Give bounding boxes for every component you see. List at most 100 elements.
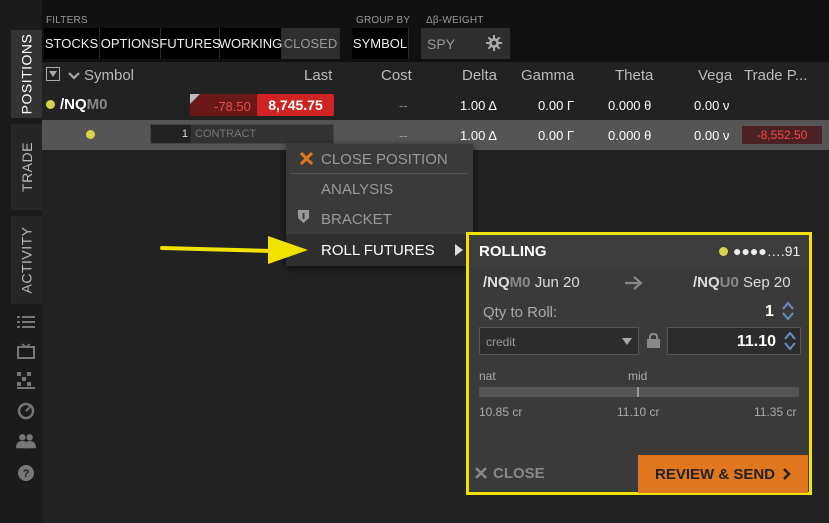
menu-roll-futures[interactable]: ROLL FUTURES: [286, 234, 473, 266]
annotation-arrow-icon: [160, 236, 308, 264]
rolling-panel: ROLLING ●●●●….91 /NQM0 Jun 20 /NQU0 Sep …: [466, 232, 812, 495]
lock-icon[interactable]: [647, 332, 660, 353]
list-icon[interactable]: [16, 314, 36, 332]
left-rail: POSITIONS TRADE ACTIVITY ?: [0, 0, 42, 523]
chevron-right-icon: [783, 468, 791, 480]
close-icon: [475, 467, 487, 479]
rolling-title: ROLLING: [479, 243, 547, 260]
col-last[interactable]: Last: [304, 67, 332, 84]
contract-cost: --: [399, 128, 408, 143]
from-root: /NQ: [483, 274, 510, 291]
group-by-label: GROUP BY: [356, 15, 411, 26]
filters-label: FILTERS: [46, 15, 88, 26]
tv-icon[interactable]: [16, 342, 36, 360]
account-number[interactable]: ●●●●….91: [733, 243, 800, 259]
filter-stocks-button[interactable]: STOCKS: [44, 28, 100, 59]
beta-weight-label: Δβ-WEIGHT: [426, 15, 484, 26]
grid-chart-icon[interactable]: [16, 372, 36, 390]
mid-price: 11.10 cr: [617, 405, 660, 419]
menu-roll-futures-label: ROLL FUTURES: [321, 242, 435, 259]
arrow-right-icon: [625, 276, 643, 295]
to-month: U0: [719, 274, 739, 291]
gear-icon[interactable]: [486, 35, 502, 54]
col-vega[interactable]: Vega: [698, 67, 732, 84]
menu-close-position[interactable]: CLOSE POSITION: [321, 151, 448, 168]
position-gamma: 0.00 Γ: [538, 98, 575, 113]
tab-activity[interactable]: ACTIVITY: [11, 216, 42, 304]
position-delta: 1.00 Δ: [460, 98, 497, 113]
roll-from-contract: /NQM0 Jun 20: [483, 274, 580, 291]
from-month: M0: [509, 274, 531, 291]
from-date: Jun 20: [534, 274, 580, 291]
column-header-row: Symbol Last Cost Delta Gamma Theta Vega …: [42, 62, 829, 90]
context-menu: CLOSE POSITION ANALYSIS BRACKET ROLL FUT…: [286, 144, 473, 266]
col-cost[interactable]: Cost: [381, 67, 412, 84]
tab-trade[interactable]: TRADE: [11, 124, 42, 210]
contract-qty: 1: [151, 125, 191, 143]
price-type-select[interactable]: credit: [479, 327, 639, 355]
menu-divider: [290, 173, 468, 174]
menu-analysis[interactable]: ANALYSIS: [321, 181, 393, 198]
svg-text:?: ?: [23, 468, 30, 480]
beta-weight-value: SPY: [427, 35, 456, 52]
rolling-header: ROLLING ●●●●….91: [469, 235, 809, 267]
filter-closed-button[interactable]: CLOSED: [282, 28, 340, 59]
position-cost: --: [399, 98, 408, 113]
position-row[interactable]: /NQM0 -78.50 8,745.75 -- 1.00 Δ 0.00 Γ 0…: [42, 90, 829, 120]
chevron-down-icon[interactable]: [68, 68, 80, 85]
beta-weight-selector[interactable]: SPY: [421, 28, 510, 59]
submenu-arrow-icon: [455, 244, 463, 256]
filter-working-button[interactable]: WORKING: [219, 28, 282, 59]
high-price: 11.35 cr: [754, 405, 797, 419]
close-button[interactable]: CLOSE: [475, 463, 545, 483]
col-symbol[interactable]: Symbol: [84, 67, 134, 84]
tab-trade-label: TRADE: [18, 142, 35, 192]
gauge-icon[interactable]: [16, 402, 36, 420]
help-icon[interactable]: ?: [16, 464, 36, 482]
price-stepper-icon[interactable]: [784, 331, 796, 351]
contract-vega: 0.00 ν: [694, 128, 730, 143]
trade-pl-value: -8,552.50: [742, 126, 822, 144]
review-send-button[interactable]: REVIEW & SEND: [638, 455, 808, 493]
mid-marker: [637, 387, 639, 397]
contract-qty-field[interactable]: 1 CONTRACT: [150, 124, 334, 144]
position-symbol: /NQM0: [60, 96, 108, 113]
bracket-icon: [298, 210, 309, 228]
col-gamma[interactable]: Gamma: [521, 67, 574, 84]
status-dot: [86, 130, 95, 139]
users-icon[interactable]: [16, 432, 36, 450]
low-price: 10.85 cr: [479, 405, 523, 419]
tab-positions[interactable]: POSITIONS: [11, 30, 42, 118]
menu-bracket[interactable]: BRACKET: [321, 211, 392, 228]
filter-options-button[interactable]: OPTIONS: [100, 28, 161, 59]
close-x-icon: [299, 151, 314, 170]
chevron-down-icon: [622, 338, 632, 345]
col-trade-pl[interactable]: Trade P...: [744, 67, 807, 84]
position-vega: 0.00 ν: [694, 98, 730, 113]
limit-price-input[interactable]: 11.10: [667, 327, 801, 355]
contract-delta: 1.00 Δ: [460, 128, 497, 143]
col-theta[interactable]: Theta: [615, 67, 653, 84]
contract-theta: 0.000 θ: [608, 128, 652, 143]
contract-gamma: 0.00 Γ: [538, 128, 575, 143]
price-cell: -78.50 8,745.75: [190, 94, 334, 116]
review-send-label: REVIEW & SEND: [654, 465, 775, 483]
filter-toolbar: FILTERS STOCKS OPTIONS FUTURES WORKING C…: [42, 0, 829, 62]
symbol-month: M0: [86, 96, 108, 113]
price-type-value: credit: [486, 335, 516, 349]
col-delta[interactable]: Delta: [462, 67, 497, 84]
mid-label: mid: [628, 369, 648, 383]
limit-price-value: 11.10: [736, 333, 776, 350]
tab-positions-label: POSITIONS: [18, 33, 35, 115]
account-status-dot: [719, 247, 728, 256]
filter-futures-button[interactable]: FUTURES: [159, 28, 221, 59]
group-by-symbol-button[interactable]: SYMBOL: [352, 28, 409, 59]
qty-to-roll-value[interactable]: 1: [765, 303, 774, 321]
expand-collapse-toggle[interactable]: [46, 67, 60, 81]
to-root: /NQ: [693, 274, 720, 291]
price-range-slider[interactable]: [479, 387, 799, 397]
tab-activity-label: ACTIVITY: [18, 226, 35, 294]
contract-unit: CONTRACT: [195, 128, 257, 140]
price-change: -78.50: [214, 99, 251, 114]
qty-stepper-icon[interactable]: [782, 301, 794, 321]
